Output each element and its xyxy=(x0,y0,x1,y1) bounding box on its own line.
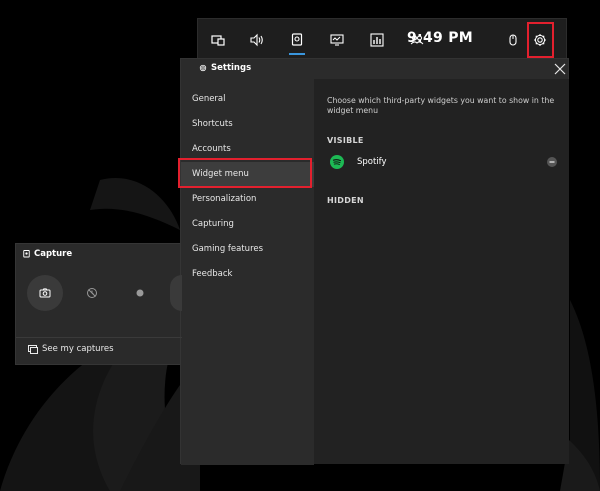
capture-title-text: Capture xyxy=(34,249,73,259)
game-bar xyxy=(197,18,567,60)
gear-icon xyxy=(199,64,207,72)
nav-item-feedback[interactable]: Feedback xyxy=(181,262,314,287)
capture-title: Capture xyxy=(23,249,72,259)
settings-title-text: Settings xyxy=(211,63,252,73)
widget-menu-description: Choose which third-party widgets you wan… xyxy=(327,96,555,115)
record-dot-icon xyxy=(136,289,144,297)
nav-item-capturing[interactable]: Capturing xyxy=(181,212,314,237)
resources-icon xyxy=(370,33,384,47)
widget-row-spotify: Spotify xyxy=(327,155,559,171)
visible-section-label: VISIBLE xyxy=(327,136,364,145)
start-recording-button[interactable] xyxy=(122,275,158,311)
performance-button[interactable] xyxy=(320,19,354,61)
camera-icon xyxy=(39,288,51,298)
audio-icon xyxy=(250,33,263,47)
settings-header: Settings xyxy=(181,59,570,79)
clock: 9:49 PM xyxy=(407,30,473,46)
see-my-captures-text: See my captures xyxy=(42,344,114,354)
nav-item-shortcuts[interactable]: Shortcuts xyxy=(181,112,314,137)
hidden-section-label: HIDDEN xyxy=(327,196,364,205)
capture-button[interactable] xyxy=(280,19,314,61)
nav-item-personalization[interactable]: Personalization xyxy=(181,187,314,212)
audio-button[interactable] xyxy=(240,19,274,61)
capture-divider xyxy=(16,337,182,338)
capture-icon xyxy=(23,250,30,258)
mouse-icon xyxy=(509,34,517,46)
widget-menu-icon xyxy=(211,35,225,46)
capture-header: Capture xyxy=(16,244,182,266)
widget-menu-highlight-box xyxy=(178,158,312,188)
record-last-button[interactable] xyxy=(74,275,110,311)
see-my-captures-link[interactable]: See my captures xyxy=(28,344,114,354)
widget-menu-panel: Choose which third-party widgets you wan… xyxy=(314,79,569,464)
gallery-icon xyxy=(28,344,38,354)
nav-item-gaming-features[interactable]: Gaming features xyxy=(181,237,314,262)
performance-icon xyxy=(330,34,344,46)
capture-widget: Capture See my captures xyxy=(15,243,182,365)
widget-menu-button[interactable] xyxy=(201,19,235,61)
resources-button[interactable] xyxy=(360,19,394,61)
remove-widget-icon[interactable] xyxy=(547,157,557,167)
close-icon[interactable] xyxy=(553,62,567,76)
nav-item-general[interactable]: General xyxy=(181,87,314,112)
settings-highlight-box xyxy=(527,22,554,58)
settings-nav: General Shortcuts Accounts Widget menu P… xyxy=(181,79,314,465)
active-indicator xyxy=(289,53,305,55)
screenshot-button[interactable] xyxy=(27,275,63,311)
spotify-icon xyxy=(330,155,344,169)
settings-window: Settings General Shortcuts Accounts Widg… xyxy=(180,58,570,465)
record-last-icon xyxy=(87,288,97,298)
settings-title: Settings xyxy=(199,63,251,73)
capture-icon xyxy=(291,33,303,46)
widget-name-spotify: Spotify xyxy=(357,157,387,167)
microphone-button[interactable] xyxy=(170,275,182,311)
